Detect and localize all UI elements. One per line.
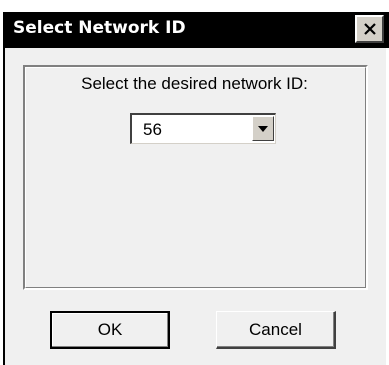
window-title: Select Network ID: [13, 18, 186, 38]
cancel-button[interactable]: Cancel: [216, 311, 336, 349]
close-icon: [363, 23, 376, 35]
network-id-prompt: Select the desired network ID:: [81, 74, 308, 93]
content-panel: [23, 65, 368, 290]
ok-button[interactable]: OK: [50, 311, 170, 349]
chevron-down-icon: [258, 125, 268, 132]
title-bar: Select Network ID: [3, 12, 389, 48]
network-id-dropdown[interactable]: 56: [130, 113, 276, 144]
network-id-value: 56: [143, 120, 162, 139]
select-network-id-dialog: Select Network ID Select the desired net…: [0, 0, 389, 365]
close-button[interactable]: [355, 15, 384, 43]
dropdown-arrow-button[interactable]: [252, 116, 274, 141]
